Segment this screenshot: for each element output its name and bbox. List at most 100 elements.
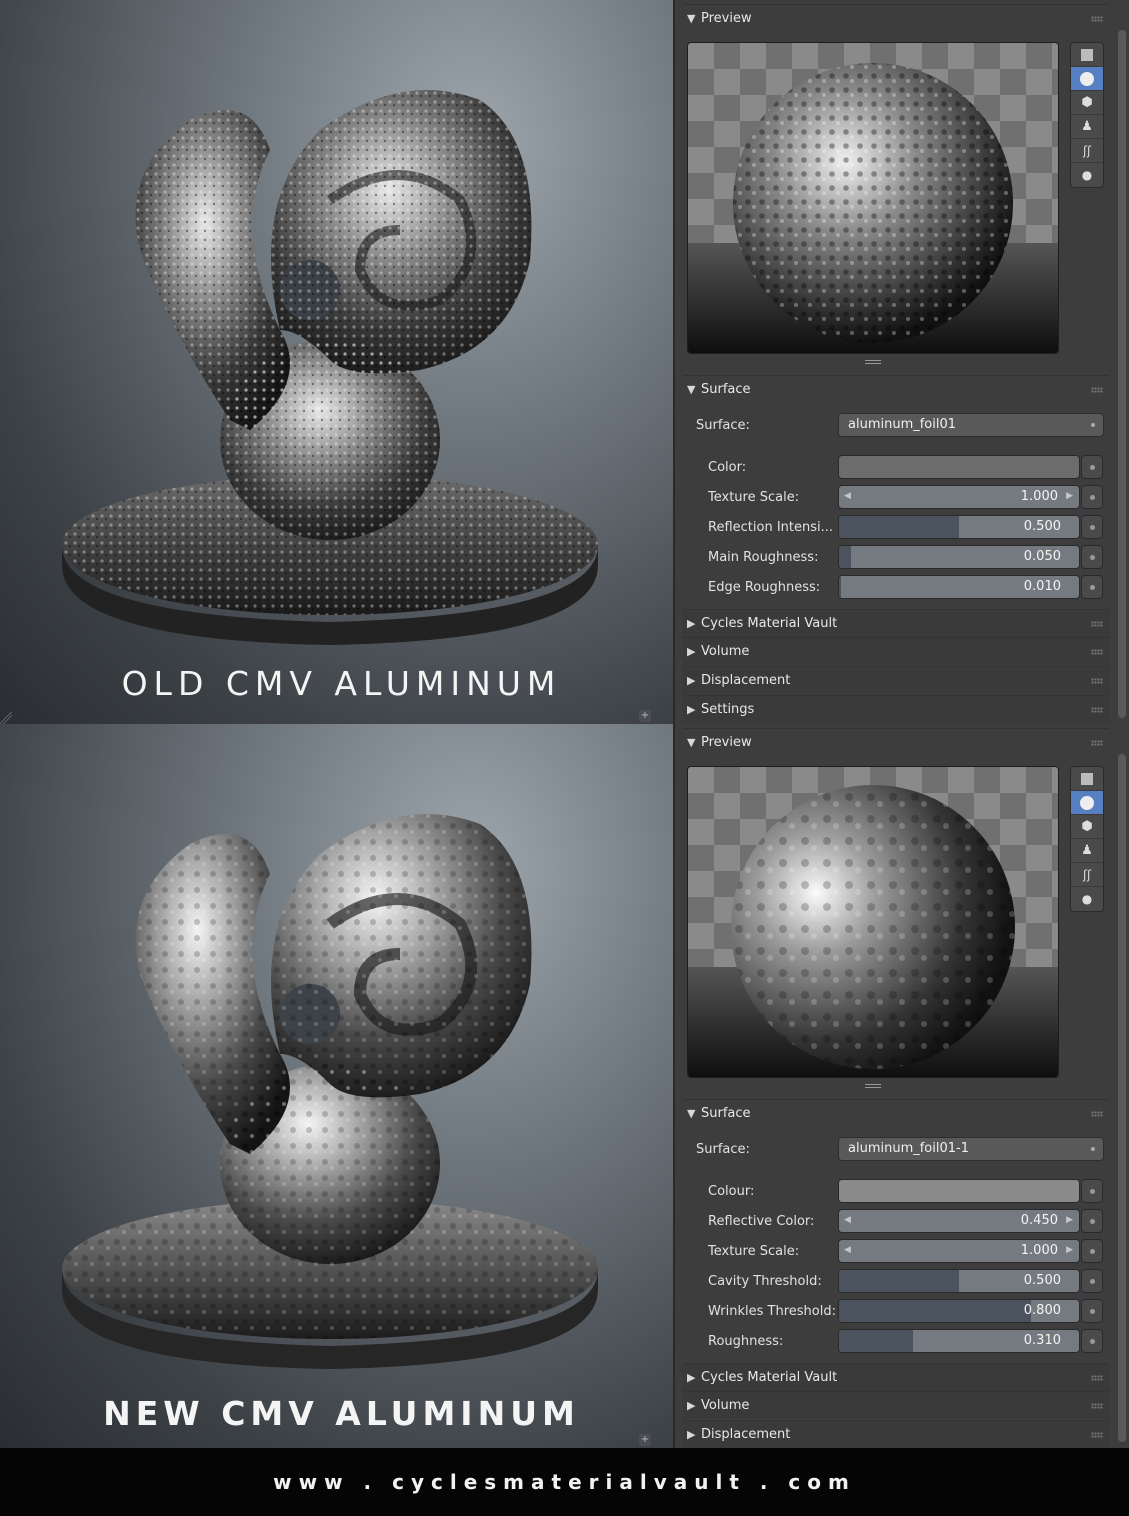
- main-roughness-slider[interactable]: 0.050: [838, 545, 1080, 569]
- preview-panel-header[interactable]: ▼ Preview: [683, 4, 1109, 32]
- texture-scale-field[interactable]: ◀ 1.000 ▶: [838, 1239, 1080, 1263]
- render-viewport-old[interactable]: OLD CMV ALUMINUM +: [0, 0, 673, 724]
- viewport-expand-icon[interactable]: +: [639, 710, 651, 722]
- decrement-arrow-icon[interactable]: ◀: [844, 1215, 851, 1225]
- drag-grip-icon[interactable]: [1091, 1403, 1103, 1409]
- keyframe-dot-icon[interactable]: [1081, 1209, 1103, 1233]
- wrinkles-threshold-slider[interactable]: 0.800: [838, 1299, 1080, 1323]
- keyframe-dot-icon[interactable]: [1081, 1179, 1103, 1203]
- roughness-slider[interactable]: 0.310: [838, 1329, 1080, 1353]
- param-row-main-roughness: Main Roughness: 0.050: [683, 545, 1107, 569]
- viewport-expand-icon[interactable]: +: [639, 1434, 651, 1446]
- displacement-panel-header[interactable]: ▶ Displacement: [683, 1420, 1109, 1448]
- preview-shape-selector: ⬢ ♟ ʃʃ ●: [1070, 42, 1104, 188]
- keyframe-dot-icon[interactable]: [1081, 1299, 1103, 1323]
- plane-icon: [1081, 48, 1093, 61]
- panel-scrollbar[interactable]: [1118, 30, 1126, 718]
- flat-preview-button[interactable]: [1071, 43, 1103, 67]
- keyframe-dot-icon[interactable]: [1081, 1329, 1103, 1353]
- sphere-preview-button[interactable]: [1071, 791, 1103, 815]
- volume-panel-header[interactable]: ▶ Volume: [683, 637, 1109, 665]
- reflection-intensity-slider[interactable]: 0.500: [838, 515, 1080, 539]
- keyframe-dot-icon[interactable]: [1081, 575, 1103, 599]
- monkey-icon: ♟: [1081, 119, 1093, 134]
- old-material-section: OLD CMV ALUMINUM + ▼ Preview ⬢ ♟ ʃʃ ● ▼ …: [0, 0, 1129, 724]
- surface-shader-row: Surface: aluminum_foil01: [683, 413, 1107, 437]
- viewport-resize-handle[interactable]: [0, 712, 12, 724]
- reflective-color-field[interactable]: ◀ 0.450 ▶: [838, 1209, 1080, 1233]
- displacement-panel-header[interactable]: ▶ Displacement: [683, 666, 1109, 694]
- drag-grip-icon[interactable]: [1091, 621, 1103, 627]
- surface-panel-header[interactable]: ▼ Surface: [683, 1099, 1109, 1127]
- sky-preview-button[interactable]: ●: [1071, 163, 1103, 187]
- expand-triangle-icon: ▼: [687, 736, 696, 749]
- drag-grip-icon[interactable]: [1091, 387, 1103, 393]
- hair-preview-button[interactable]: ʃʃ: [1071, 139, 1103, 163]
- texture-scale-field[interactable]: ◀ 1.000 ▶: [838, 485, 1080, 509]
- drag-grip-icon[interactable]: [1091, 707, 1103, 713]
- preview-shape-selector: ⬢ ♟ ʃʃ ●: [1070, 766, 1104, 912]
- preview-sphere-render: [688, 767, 1058, 1077]
- monkey-icon: ♟: [1081, 843, 1093, 858]
- cube-icon: ⬢: [1081, 95, 1093, 110]
- cycles-material-vault-panel-header[interactable]: ▶ Cycles Material Vault: [683, 609, 1109, 637]
- surface-panel-header[interactable]: ▼ Surface: [683, 375, 1109, 403]
- param-row-wrinkles-threshold: Wrinkles Threshold: 0.800: [683, 1299, 1107, 1323]
- increment-arrow-icon[interactable]: ▶: [1066, 1245, 1073, 1255]
- monkey-preview-button[interactable]: ♟: [1071, 115, 1103, 139]
- hair-icon: ʃʃ: [1082, 867, 1092, 882]
- material-caption: OLD CMV ALUMINUM: [121, 664, 562, 703]
- slider-fill: [839, 1270, 959, 1292]
- decrement-arrow-icon[interactable]: ◀: [844, 1245, 851, 1255]
- param-row-cavity-threshold: Cavity Threshold: 0.500: [683, 1269, 1107, 1293]
- settings-panel-header[interactable]: ▶ Settings: [683, 695, 1109, 723]
- color-swatch[interactable]: [838, 455, 1080, 479]
- colour-swatch[interactable]: [838, 1179, 1080, 1203]
- surface-shader-select[interactable]: aluminum_foil01-1: [838, 1137, 1104, 1161]
- param-row-texture-scale: Texture Scale: ◀ 1.000 ▶: [683, 485, 1107, 509]
- cube-preview-button[interactable]: ⬢: [1071, 815, 1103, 839]
- collapsed-triangle-icon: ▶: [687, 674, 696, 687]
- collapsed-triangle-icon: ▶: [687, 1399, 696, 1412]
- cycles-material-vault-panel-header[interactable]: ▶ Cycles Material Vault: [683, 1363, 1109, 1391]
- keyframe-dot-icon[interactable]: [1081, 485, 1103, 509]
- drag-grip-icon[interactable]: [1091, 1375, 1103, 1381]
- preview-resize-handle[interactable]: [865, 360, 881, 364]
- website-url[interactable]: www . cyclesmaterialvault . com: [273, 1470, 856, 1494]
- keyframe-dot-icon[interactable]: [1081, 1239, 1103, 1263]
- plane-icon: [1081, 772, 1093, 785]
- drag-grip-icon[interactable]: [1091, 678, 1103, 684]
- cavity-threshold-slider[interactable]: 0.500: [838, 1269, 1080, 1293]
- decrement-arrow-icon[interactable]: ◀: [844, 491, 851, 501]
- param-row-colour: Colour:: [683, 1179, 1107, 1203]
- cube-preview-button[interactable]: ⬢: [1071, 91, 1103, 115]
- hair-preview-button[interactable]: ʃʃ: [1071, 863, 1103, 887]
- drag-grip-icon[interactable]: [1091, 1432, 1103, 1438]
- keyframe-dot-icon[interactable]: [1081, 1269, 1103, 1293]
- render-viewport-new[interactable]: NEW CMV ALUMINUM +: [0, 724, 673, 1448]
- preview-resize-handle[interactable]: [865, 1084, 881, 1088]
- drag-grip-icon[interactable]: [1091, 1111, 1103, 1117]
- increment-arrow-icon[interactable]: ▶: [1066, 491, 1073, 501]
- volume-panel-header[interactable]: ▶ Volume: [683, 1391, 1109, 1419]
- monkey-preview-button[interactable]: ♟: [1071, 839, 1103, 863]
- panel-scrollbar[interactable]: [1118, 754, 1126, 1442]
- sky-preview-button[interactable]: ●: [1071, 887, 1103, 911]
- keyframe-dot-icon[interactable]: [1081, 545, 1103, 569]
- preview-panel-header[interactable]: ▼ Preview: [683, 728, 1109, 756]
- surface-shader-select[interactable]: aluminum_foil01: [838, 413, 1104, 437]
- sphere-icon: [1080, 71, 1094, 86]
- sphere-preview-button[interactable]: [1071, 67, 1103, 91]
- drag-grip-icon[interactable]: [1091, 740, 1103, 746]
- keyframe-dot-icon[interactable]: [1081, 515, 1103, 539]
- param-row-texture-scale: Texture Scale: ◀ 1.000 ▶: [683, 1239, 1107, 1263]
- flat-preview-button[interactable]: [1071, 767, 1103, 791]
- slider-fill: [839, 1300, 1031, 1322]
- drag-grip-icon[interactable]: [1091, 16, 1103, 22]
- expand-triangle-icon: ▼: [687, 383, 696, 396]
- drag-grip-icon[interactable]: [1091, 649, 1103, 655]
- edge-roughness-slider[interactable]: 0.010: [838, 575, 1080, 599]
- increment-arrow-icon[interactable]: ▶: [1066, 1215, 1073, 1225]
- keyframe-dot-icon[interactable]: [1081, 455, 1103, 479]
- material-preview: [687, 42, 1059, 354]
